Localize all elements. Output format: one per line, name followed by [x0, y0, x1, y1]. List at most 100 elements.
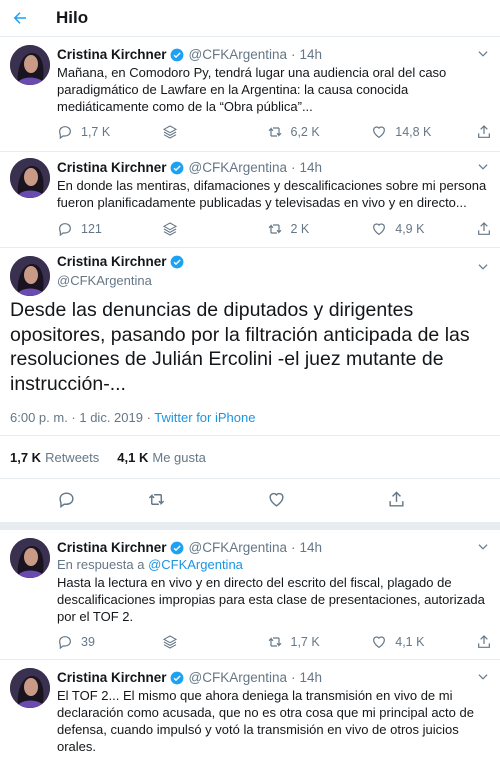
chevron-down-icon[interactable] — [476, 540, 490, 554]
chevron-down-icon[interactable] — [476, 47, 490, 61]
retweets-stat[interactable]: 1,7 K Retweets — [10, 450, 99, 465]
retweet-button[interactable]: 2 K — [267, 219, 372, 239]
retweet-button[interactable]: 6,2 K — [267, 122, 372, 142]
avatar[interactable] — [10, 158, 50, 198]
reply-tweet[interactable]: Cristina Kirchner @CFKArgentina · 14h En… — [0, 530, 500, 660]
avatar[interactable] — [10, 668, 50, 708]
page-title: Hilo — [56, 8, 89, 27]
author-handle[interactable]: @CFKArgentina — [57, 273, 152, 288]
like-icon — [373, 223, 386, 236]
reply-prefix: En respuesta a — [57, 557, 149, 572]
share-icon — [478, 635, 490, 648]
layers-button[interactable] — [162, 632, 267, 652]
share-icon — [478, 222, 490, 235]
chevron-down-icon[interactable] — [476, 670, 490, 684]
tweet-time[interactable]: 14h — [300, 539, 323, 556]
layers-button[interactable] — [162, 122, 267, 142]
tweet-time[interactable]: 14h — [300, 46, 323, 63]
like-icon — [373, 636, 386, 649]
reply-count: 39 — [81, 635, 95, 649]
likes-count: 4,1 K — [117, 449, 149, 465]
tweet-text: En donde las mentiras, difamaciones y de… — [57, 178, 487, 210]
retweets-label: Retweets — [45, 449, 100, 465]
retweet-button[interactable]: 1,7 K — [267, 632, 372, 652]
like-count: 4,9 K — [395, 222, 425, 236]
dot-separator: · — [291, 47, 296, 62]
reply-icon — [59, 223, 71, 237]
avatar[interactable] — [10, 538, 50, 578]
tweet-text: Hasta la lectura en vivo y en directo de… — [57, 575, 485, 624]
reply-to-link[interactable]: @CFKArgentina — [148, 557, 243, 572]
like-button[interactable]: 14,8 K — [371, 122, 476, 142]
author-name[interactable]: Cristina Kirchner — [57, 254, 167, 269]
layers-icon — [162, 635, 177, 649]
like-icon — [268, 492, 284, 507]
retweet-icon — [268, 637, 281, 647]
like-button[interactable] — [216, 488, 336, 510]
retweet-count: 2 K — [290, 222, 310, 236]
chevron-down-icon[interactable] — [476, 160, 490, 174]
layers-icon — [162, 125, 177, 139]
thread-header: Hilo — [0, 0, 500, 37]
retweet-icon — [148, 493, 164, 505]
likes-stat[interactable]: 4,1 K Me gusta — [117, 450, 206, 465]
avatar[interactable] — [10, 45, 50, 85]
dot-separator: · — [291, 670, 296, 685]
share-button[interactable] — [476, 122, 500, 142]
verified-icon — [170, 671, 183, 684]
share-button[interactable] — [476, 632, 500, 652]
share-button[interactable] — [336, 488, 456, 510]
author-name[interactable]: Cristina Kirchner — [57, 46, 167, 63]
tweet-time[interactable]: 14h — [300, 159, 323, 176]
tweet-text: Desde las denuncias de diputados y dirig… — [10, 299, 470, 395]
tweet-source[interactable]: Twitter for iPhone — [154, 410, 255, 425]
reply-button[interactable] — [36, 488, 96, 510]
chevron-down-icon[interactable] — [476, 260, 490, 274]
share-icon — [478, 125, 490, 138]
retweets-count: 1,7 K — [10, 449, 42, 465]
dot-separator: · — [291, 540, 296, 555]
verified-icon — [170, 255, 183, 268]
like-button[interactable]: 4,1 K — [371, 632, 476, 652]
author-handle[interactable]: @CFKArgentina — [189, 159, 288, 176]
retweet-button[interactable] — [96, 488, 216, 510]
layers-button[interactable] — [162, 219, 267, 239]
share-button[interactable] — [476, 219, 500, 239]
reply-icon — [59, 636, 71, 650]
like-count: 14,8 K — [395, 125, 432, 139]
reply-count: 1,7 K — [81, 125, 111, 139]
author-handle[interactable]: @CFKArgentina — [189, 46, 288, 63]
author-name[interactable]: Cristina Kirchner — [57, 669, 167, 686]
retweet-count: 1,7 K — [290, 635, 320, 649]
author-name[interactable]: Cristina Kirchner — [57, 539, 167, 556]
like-button[interactable]: 4,9 K — [371, 219, 476, 239]
reply-button[interactable]: 121 — [57, 219, 162, 239]
focused-tweet: Cristina Kirchner @CFKArgentina Desde la… — [0, 248, 500, 530]
tweet-datetime[interactable]: 6:00 p. m. · 1 dic. 2019 · — [10, 410, 154, 425]
tweet-item[interactable]: Cristina Kirchner @CFKArgentina · 14h Ma… — [0, 37, 500, 152]
author-handle[interactable]: @CFKArgentina — [189, 669, 288, 686]
tweet-text: El TOF 2... El mismo que ahora deniega l… — [57, 688, 474, 754]
reply-context: En respuesta a @CFKArgentina — [57, 556, 492, 573]
back-arrow-icon[interactable] — [10, 8, 30, 28]
tweet-metadata: 6:00 p. m. · 1 dic. 2019 · Twitter for i… — [10, 410, 255, 425]
dot-separator: · — [291, 160, 296, 175]
reply-count: 121 — [81, 222, 102, 236]
verified-icon — [170, 541, 183, 554]
reply-tweet[interactable]: Cristina Kirchner @CFKArgentina · 14h El… — [0, 660, 500, 759]
tweet-item[interactable]: Cristina Kirchner @CFKArgentina · 14h En… — [0, 152, 500, 248]
author-handle[interactable]: @CFKArgentina — [189, 539, 288, 556]
likes-label: Me gusta — [152, 449, 206, 465]
reply-icon — [58, 491, 74, 508]
retweet-icon — [268, 127, 281, 137]
avatar[interactable] — [10, 256, 50, 296]
tweet-time[interactable]: 14h — [300, 669, 323, 686]
reply-button[interactable]: 1,7 K — [57, 122, 162, 142]
tweet-text: Mañana, en Comodoro Py, tendrá lugar una… — [57, 65, 447, 114]
like-icon — [373, 126, 386, 139]
like-count: 4,1 K — [395, 635, 425, 649]
reply-button[interactable]: 39 — [57, 632, 162, 652]
verified-icon — [170, 161, 183, 174]
tweet-stats: 1,7 K Retweets 4,1 K Me gusta — [0, 435, 500, 479]
author-name[interactable]: Cristina Kirchner — [57, 159, 167, 176]
